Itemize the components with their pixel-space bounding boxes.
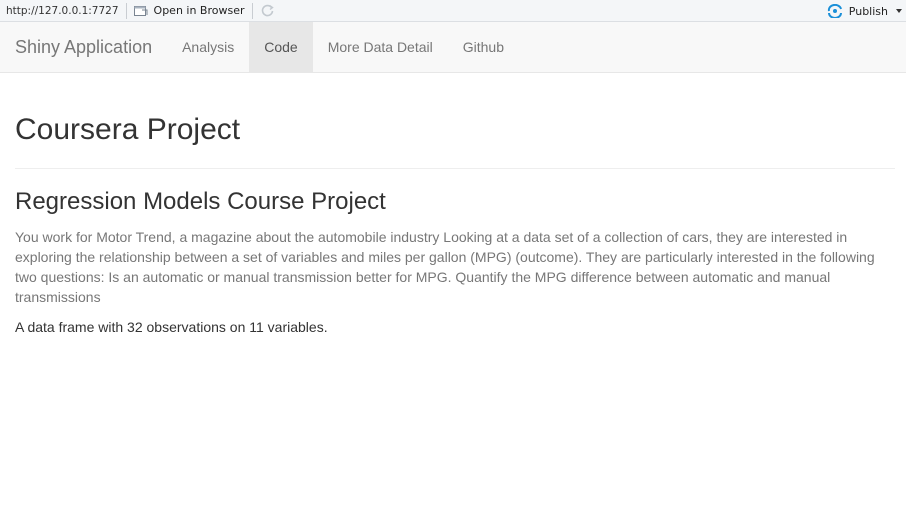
tab-analysis[interactable]: Analysis	[167, 22, 249, 72]
tab-more-data-detail[interactable]: More Data Detail	[313, 22, 448, 72]
publish-icon	[827, 3, 843, 19]
open-in-browser-label: Open in Browser	[153, 4, 245, 17]
toolbar-divider	[125, 2, 127, 19]
data-summary: A data frame with 32 observations on 11 …	[15, 319, 328, 335]
toolbar-divider	[251, 2, 253, 19]
publish-label: Publish	[848, 4, 888, 18]
open-in-browser-button[interactable]: Open in Browser	[133, 4, 245, 17]
refresh-icon[interactable]	[260, 3, 275, 18]
tab-github[interactable]: Github	[448, 22, 519, 72]
page-title: Coursera Project	[15, 113, 241, 146]
divider	[15, 168, 895, 169]
browser-window-icon	[133, 5, 148, 17]
chevron-down-icon[interactable]	[896, 9, 902, 13]
tab-code[interactable]: Code	[249, 22, 313, 72]
navbar-brand[interactable]: Shiny Application	[0, 22, 167, 72]
project-description: You work for Motor Trend, a magazine abo…	[15, 229, 875, 305]
section-title: Regression Models Course Project	[15, 188, 386, 215]
navbar: Shiny Application Analysis Code More Dat…	[0, 22, 906, 73]
main-content: Coursera Project Regression Models Cours…	[15, 73, 895, 337]
url-display: http://127.0.0.1:7727	[6, 4, 119, 17]
publish-button[interactable]: Publish	[827, 0, 906, 22]
viewer-toolbar: http://127.0.0.1:7727 Open in Browser Pu…	[0, 0, 906, 22]
